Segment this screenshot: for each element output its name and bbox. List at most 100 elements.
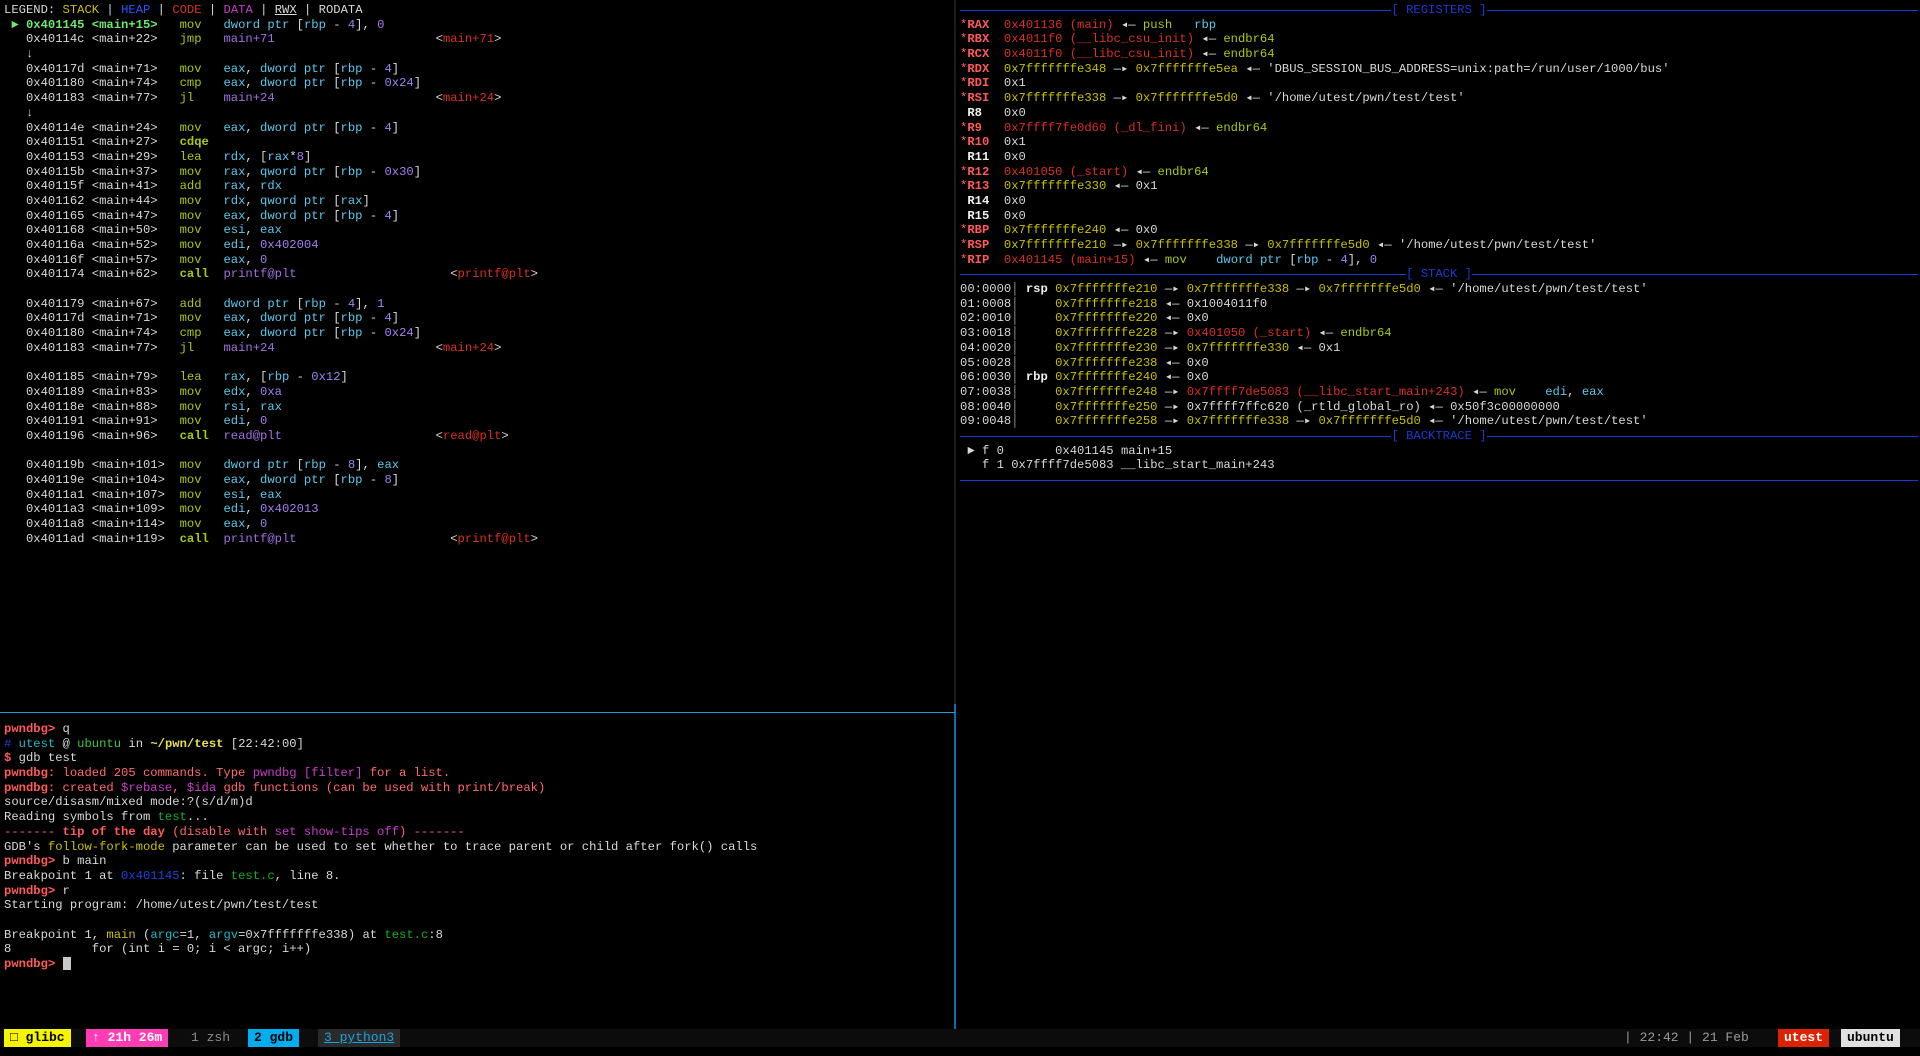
disasm-row[interactable]: 0x40115f <main+41> add rax, rdx: [4, 179, 954, 194]
disasm-row[interactable]: 0x401168 <main+50> mov esi, eax: [4, 223, 954, 238]
disasm-row[interactable]: 0x40119b <main+101> mov dword ptr [rbp -…: [4, 458, 954, 473]
branch-target[interactable]: <main+71>: [436, 32, 502, 46]
registers-title: [ REGISTERS ]: [1391, 3, 1487, 17]
prompt: pwndbg>: [4, 957, 56, 971]
disasm-pane[interactable]: LEGEND: STACK | HEAP | CODE | DATA | RWX…: [4, 3, 954, 708]
disasm-row[interactable]: 0x401180 <main+74> cmp eax, dword ptr [r…: [4, 76, 954, 91]
branch-target[interactable]: <main+24>: [436, 91, 502, 105]
stack-value: 0x7fffffffe250 —▸ 0x7ffff7ffc620 (_rtld_…: [1055, 399, 1560, 414]
disasm-row[interactable]: 0x401162 <main+44> mov rdx, qword ptr [r…: [4, 194, 954, 209]
register-value: 0x4011f0 (__libc_csu_init) ◂— endbr64: [1003, 47, 1275, 62]
branch-target[interactable]: <main+24>: [436, 341, 502, 355]
register-row: *RIP 0x401145 (main+15) ◂— mov dword ptr…: [960, 253, 1918, 268]
disasm-row[interactable]: 0x40118e <main+88> mov rsi, rax: [4, 400, 954, 415]
disasm-row[interactable]: 0x40114e <main+24> mov eax, dword ptr [r…: [4, 121, 954, 136]
instruction-symbol: <main+71>: [91, 61, 180, 76]
instruction-address: 0x40116f: [25, 252, 85, 267]
disasm-row[interactable]: 0x401189 <main+83> mov edx, 0xa: [4, 385, 954, 400]
stack-divider: │: [1011, 355, 1026, 370]
current-instruction-marker: ►: [4, 17, 26, 32]
instruction-symbol: <main+15>: [91, 17, 180, 32]
operands: edi, 0: [223, 414, 268, 429]
register-value: 0x7ffff7fe0d60 (_dl_fini) ◂— endbr64: [1003, 120, 1268, 135]
disasm-row[interactable]: 0x40117d <main+71> mov eax, dword ptr [r…: [4, 311, 954, 326]
gutter: [4, 179, 26, 193]
stack-row: 08:0040│ 0x7fffffffe250 —▸ 0x7ffff7ffc62…: [960, 400, 1918, 415]
backtrace-frame[interactable]: ► f 0 0x401145 main+15: [960, 444, 1918, 459]
instruction-symbol: <main+37>: [91, 164, 180, 179]
backtrace-title: [ BACKTRACE ]: [1391, 428, 1487, 443]
disasm-row[interactable]: 0x401180 <main+74> cmp eax, dword ptr [r…: [4, 326, 954, 341]
disasm-row[interactable]: 0x401196 <main+96> call read@plt <read@p…: [4, 429, 954, 444]
register-name: R13: [967, 179, 1004, 194]
instruction-address: 0x401168: [25, 223, 85, 238]
console-line: pwndbg: created $rebase, $ida gdb functi…: [4, 780, 546, 795]
operands: main+71: [223, 32, 275, 47]
user-badge: utest: [1778, 1029, 1830, 1047]
pane-divider-vertical[interactable]: [954, 0, 956, 704]
disasm-row[interactable]: 0x401165 <main+47> mov eax, dword ptr [r…: [4, 209, 954, 224]
console-prompt-line[interactable]: pwndbg>: [4, 957, 954, 972]
disasm-row[interactable]: 0x4011ad <main+119> call printf@plt <pri…: [4, 532, 954, 547]
stack-register: [1026, 311, 1055, 325]
instruction-address: 0x40117d: [25, 61, 85, 76]
disasm-row[interactable]: ► 0x401145 <main+15> mov dword ptr [rbp …: [4, 18, 954, 33]
instruction-symbol: <main+91>: [91, 414, 180, 429]
disasm-row[interactable]: 0x40116f <main+57> mov eax, 0: [4, 253, 954, 268]
instruction-address: 0x401165: [25, 208, 85, 223]
gutter: [4, 238, 26, 252]
instruction-symbol: <main+24>: [91, 120, 180, 135]
session-name[interactable]: □ glibc: [4, 1029, 71, 1047]
window-tab-3[interactable]: 3 python3: [318, 1029, 401, 1047]
branch-target[interactable]: <read@plt>: [436, 429, 509, 443]
disasm-row[interactable]: 0x40117d <main+71> mov eax, dword ptr [r…: [4, 62, 954, 77]
backtrace-frame[interactable]: f 1 0x7ffff7de5083 __libc_start_main+243: [960, 458, 1918, 473]
mnemonic: cmp: [179, 76, 224, 91]
console-line: 8 for (int i = 0; i < argc; i++): [4, 942, 312, 957]
disasm-row[interactable]: 0x40115b <main+37> mov rax, qword ptr [r…: [4, 165, 954, 180]
legend-label: LEGEND:: [4, 3, 56, 17]
context-pane[interactable]: [ REGISTERS ] *RAX 0x401136 (main) ◂— pu…: [960, 3, 1918, 1029]
instruction-address: 0x40115b: [25, 164, 85, 179]
disasm-row[interactable]: 0x4011a8 <main+114> mov eax, 0: [4, 517, 954, 532]
disasm-row[interactable]: 0x401191 <main+91> mov edi, 0: [4, 414, 954, 429]
stack-row: 06:0030│ rbp 0x7fffffffe240 ◂— 0x0: [960, 370, 1918, 385]
operands: read@plt: [223, 428, 282, 443]
frame-address: 0x401145: [1003, 443, 1114, 458]
disasm-row[interactable]: 0x40116a <main+52> mov edi, 0x402004: [4, 238, 954, 253]
console-line: Breakpoint 1 at 0x401145: file test.c, l…: [4, 868, 341, 883]
pane-divider-vertical-active[interactable]: [954, 704, 956, 1029]
branch-target[interactable]: <printf@plt>: [450, 267, 538, 281]
instruction-symbol: <main+27>: [91, 135, 180, 150]
register-value: 0x7fffffffe338 —▸ 0x7fffffffe5d0 ◂— '/ho…: [1003, 91, 1465, 106]
tmux-status-bar: □ glibc ↑ 21h 26m 1 zsh 2 gdb 3 python3 …: [0, 1029, 1920, 1047]
stack-title: [ STACK ]: [1406, 267, 1472, 282]
disasm-row[interactable]: 0x401185 <main+79> lea rax, [rbp - 0x12]: [4, 370, 954, 385]
console-line: pwndbg: loaded 205 commands. Type pwndbg…: [4, 766, 451, 781]
disasm-row[interactable]: 0x40114c <main+22> jmp main+71 <main+71>: [4, 32, 954, 47]
window-tab-1[interactable]: 1 zsh: [185, 1029, 236, 1047]
disasm-row[interactable]: 0x401153 <main+29> lea rdx, [rax*8]: [4, 150, 954, 165]
register-row: *RBP 0x7fffffffe240 ◂— 0x0: [960, 223, 1918, 238]
instruction-address: 0x40115f: [25, 179, 85, 194]
gutter: [4, 517, 26, 531]
mnemonic: cdqe: [179, 135, 224, 150]
operands: eax, dword ptr [rbp - 4]: [223, 120, 400, 135]
disasm-row[interactable]: 0x401151 <main+27> cdqe: [4, 135, 954, 150]
gutter: [4, 400, 26, 414]
current-frame-marker: ►: [960, 443, 982, 458]
disasm-row[interactable]: 0x401183 <main+77> jl main+24 <main+24>: [4, 91, 954, 106]
disasm-row[interactable]: 0x401179 <main+67> add dword ptr [rbp - …: [4, 297, 954, 312]
gdb-console[interactable]: pwndbg> q # utest @ ubuntu in ~/pwn/test …: [4, 722, 954, 1032]
window-tab-2[interactable]: 2 gdb: [248, 1029, 300, 1047]
operands: eax, dword ptr [rbp - 0x24]: [223, 326, 422, 341]
disasm-row[interactable]: 0x401183 <main+77> jl main+24 <main+24>: [4, 341, 954, 356]
disasm-row[interactable]: 0x40119e <main+104> mov eax, dword ptr […: [4, 473, 954, 488]
disasm-row[interactable]: 0x4011a3 <main+109> mov edi, 0x402013: [4, 502, 954, 517]
disasm-row[interactable]: 0x4011a1 <main+107> mov esi, eax: [4, 488, 954, 503]
disasm-row[interactable]: 0x401174 <main+62> call printf@plt <prin…: [4, 267, 954, 282]
stack-divider: │: [1011, 326, 1026, 341]
stack-value: 0x7fffffffe238 ◂— 0x0: [1055, 355, 1209, 370]
branch-target[interactable]: <printf@plt>: [450, 532, 538, 546]
pane-divider-horizontal[interactable]: [0, 712, 955, 713]
